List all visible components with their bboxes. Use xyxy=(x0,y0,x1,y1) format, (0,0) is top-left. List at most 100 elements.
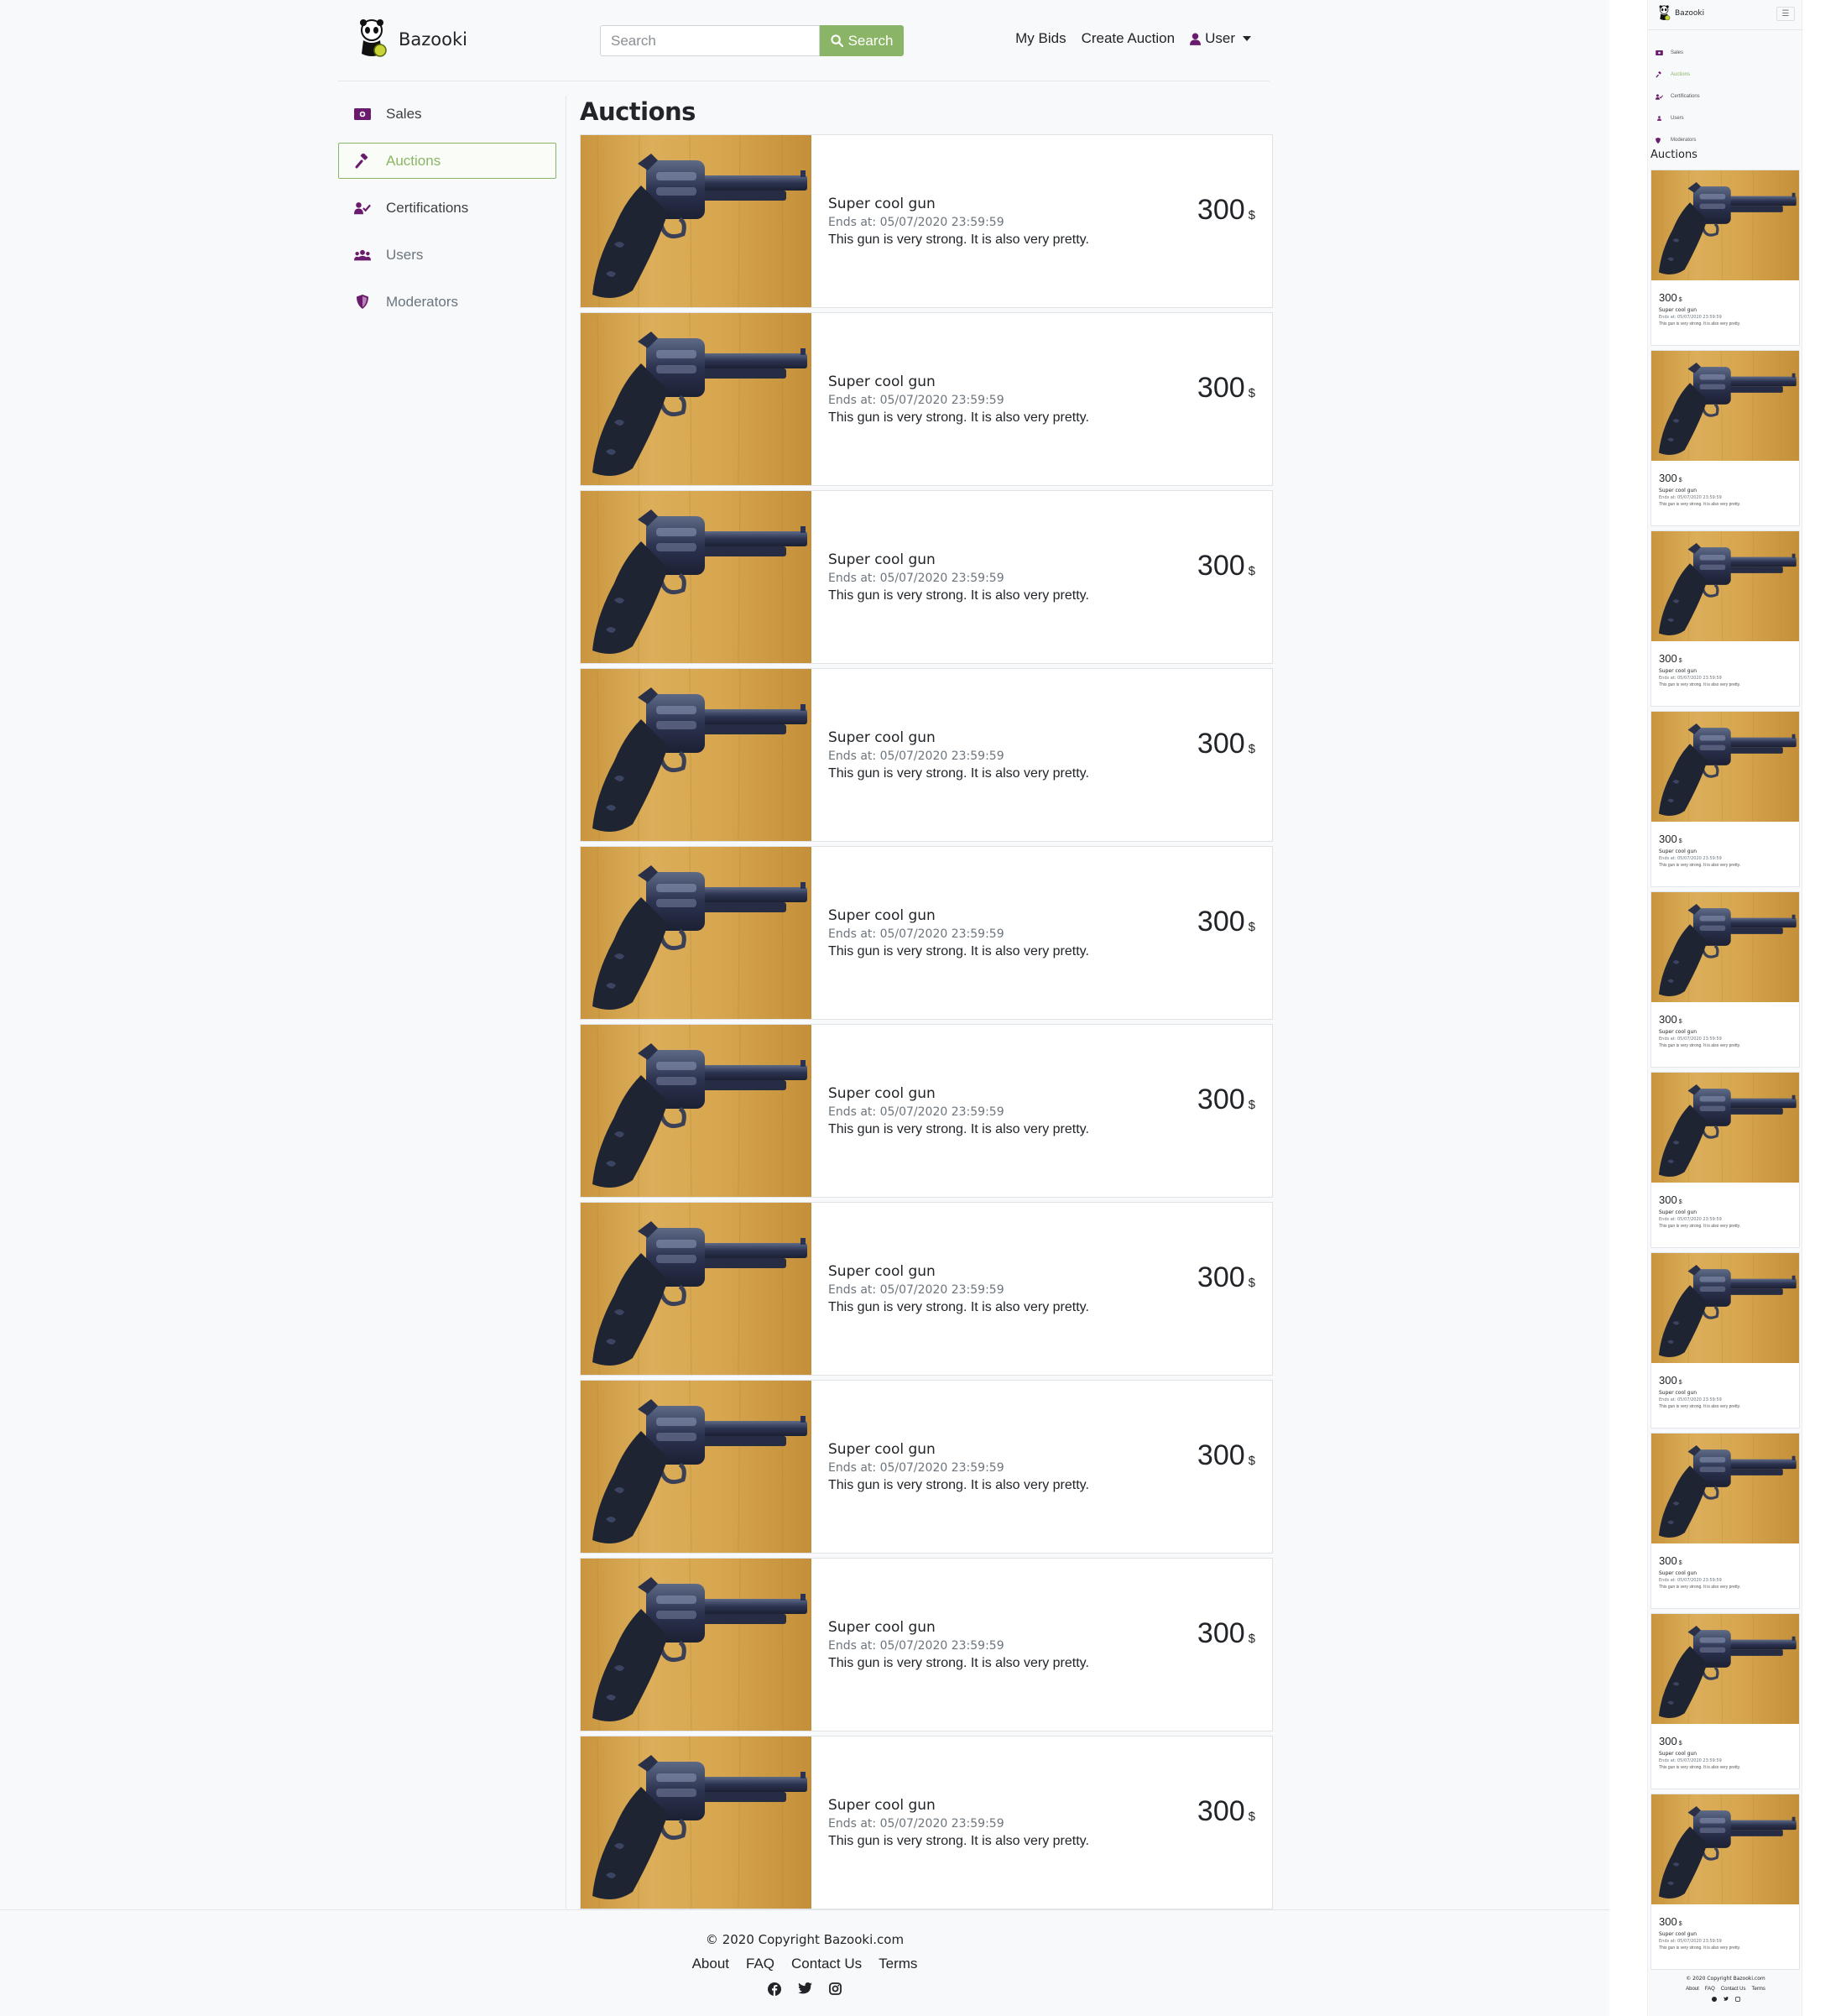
mobile-sidebar-item-users[interactable]: Users xyxy=(1648,107,1803,129)
auction-image[interactable] xyxy=(581,669,811,841)
facebook-icon[interactable] xyxy=(1711,1997,1717,2002)
auction-image[interactable] xyxy=(581,313,811,485)
mobile-auction-card[interactable]: 300 $ Super cool gun Ends at: 05/07/2020 23… xyxy=(1650,891,1800,1068)
brand-logo-link[interactable]: Bazooki xyxy=(357,17,467,62)
instagram-icon[interactable] xyxy=(1734,1997,1740,2002)
auction-card[interactable]: Super cool gun Ends at: 05/07/2020 23:59:… xyxy=(580,490,1273,664)
auction-image[interactable] xyxy=(1651,1253,1799,1363)
footer-link-contact[interactable]: Contact Us xyxy=(791,1956,862,1972)
auction-image[interactable] xyxy=(581,491,811,663)
auction-image[interactable] xyxy=(581,1737,811,1909)
sidebar-item-certifications[interactable]: Certifications xyxy=(338,190,556,226)
auction-image[interactable] xyxy=(581,847,811,1019)
auction-image[interactable] xyxy=(1651,1794,1799,1904)
mobile-auction-card[interactable]: 300 $ Super cool gun Ends at: 05/07/2020 23… xyxy=(1650,1794,1800,1970)
mobile-auction-card[interactable]: 300 $ Super cool gun Ends at: 05/07/2020 23… xyxy=(1650,170,1800,346)
auction-description: This gun is very strong. It is also very… xyxy=(1659,1765,1741,1770)
auction-title[interactable]: Super cool gun xyxy=(828,1619,1089,1636)
auction-title[interactable]: Super cool gun xyxy=(828,1263,1089,1280)
mobile-auction-card[interactable]: 300 $ Super cool gun Ends at: 05/07/2020 23… xyxy=(1650,1252,1800,1428)
auction-title[interactable]: Super cool gun xyxy=(828,551,1089,568)
mobile-footer-link-about[interactable]: About xyxy=(1686,1987,1699,1992)
auction-image[interactable] xyxy=(1651,892,1799,1002)
auction-title[interactable]: Super cool gun xyxy=(1659,1209,1697,1215)
auction-title[interactable]: Super cool gun xyxy=(828,729,1089,746)
auction-image[interactable] xyxy=(1651,1073,1799,1183)
price-currency: $ xyxy=(1248,742,1255,756)
auction-card[interactable]: Super cool gun Ends at: 05/07/2020 23:59:… xyxy=(580,846,1273,1020)
auction-end-time: Ends at: 05/07/2020 23:59:59 xyxy=(828,1460,1004,1475)
auction-title[interactable]: Super cool gun xyxy=(1659,1751,1697,1757)
auction-title[interactable]: Super cool gun xyxy=(828,196,1089,212)
mobile-footer-link-contact[interactable]: Contact Us xyxy=(1721,1987,1746,1992)
auction-end-time: Ends at: 05/07/2020 23:59:59 xyxy=(1659,1397,1722,1402)
auction-image[interactable] xyxy=(1651,1434,1799,1543)
sidebar-item-auctions[interactable]: Auctions xyxy=(338,143,556,179)
instagram-icon[interactable] xyxy=(829,1982,842,1995)
auction-title[interactable]: Super cool gun xyxy=(1659,488,1697,494)
footer-link-faq[interactable]: FAQ xyxy=(746,1956,774,1972)
auction-title[interactable]: Super cool gun xyxy=(828,1441,1089,1458)
price-value: 300 xyxy=(1197,906,1245,937)
auction-title[interactable]: Super cool gun xyxy=(1659,1931,1697,1937)
facebook-icon[interactable] xyxy=(768,1982,781,1996)
auction-title[interactable]: Super cool gun xyxy=(828,1797,1089,1814)
auction-card[interactable]: Super cool gun Ends at: 05/07/2020 23:59:… xyxy=(580,1024,1273,1198)
auction-image[interactable] xyxy=(581,1381,811,1553)
auction-image[interactable] xyxy=(581,1203,811,1375)
auction-image[interactable] xyxy=(581,1025,811,1197)
auction-title[interactable]: Super cool gun xyxy=(828,373,1089,390)
mobile-sidebar-item-auctions[interactable]: Auctions xyxy=(1648,64,1803,86)
user-dropdown[interactable]: User xyxy=(1190,30,1251,47)
mobile-brand-link[interactable]: Bazooki xyxy=(1658,5,1704,22)
auction-card[interactable]: Super cool gun Ends at: 05/07/2020 23:59:… xyxy=(580,1736,1273,1909)
auction-image[interactable] xyxy=(581,135,811,307)
hamburger-icon[interactable]: ☰ xyxy=(1776,7,1795,21)
auction-card[interactable]: Super cool gun Ends at: 05/07/2020 23:59:… xyxy=(580,312,1273,486)
auction-card[interactable]: Super cool gun Ends at: 05/07/2020 23:59:… xyxy=(580,1380,1273,1554)
create-auction-link[interactable]: Create Auction xyxy=(1082,30,1176,47)
sidebar-item-users[interactable]: Users xyxy=(338,237,556,273)
footer-link-terms[interactable]: Terms xyxy=(879,1956,917,1972)
twitter-icon[interactable] xyxy=(1723,1997,1729,2001)
mobile-auction-card[interactable]: 300 $ Super cool gun Ends at: 05/07/2020 23… xyxy=(1650,350,1800,526)
auction-title[interactable]: Super cool gun xyxy=(1659,1029,1697,1035)
search-button[interactable]: Search xyxy=(820,25,904,56)
mobile-auction-card[interactable]: 300 $ Super cool gun Ends at: 05/07/2020 23… xyxy=(1650,1433,1800,1609)
auction-title[interactable]: Super cool gun xyxy=(1659,668,1697,674)
sidebar-item-sales[interactable]: Sales xyxy=(338,96,556,132)
my-bids-link[interactable]: My Bids xyxy=(1015,30,1066,47)
footer-link-about[interactable]: About xyxy=(692,1956,729,1972)
mobile-auction-card[interactable]: 300 $ Super cool gun Ends at: 05/07/2020 23… xyxy=(1650,1613,1800,1789)
mobile-auction-card[interactable]: 300 $ Super cool gun Ends at: 05/07/2020 23… xyxy=(1650,1072,1800,1248)
auction-title[interactable]: Super cool gun xyxy=(828,907,1089,924)
auction-image[interactable] xyxy=(1651,531,1799,641)
sidebar-item-moderators[interactable]: Moderators xyxy=(338,284,556,320)
auction-title[interactable]: Super cool gun xyxy=(1659,1390,1697,1396)
copyright-text: © 2020 Copyright Bazooki.com xyxy=(705,1932,905,1947)
auction-image[interactable] xyxy=(581,1559,811,1731)
twitter-icon[interactable] xyxy=(798,1982,812,1994)
auction-title[interactable]: Super cool gun xyxy=(1659,307,1697,313)
auction-image[interactable] xyxy=(1651,712,1799,822)
price-value: 300 xyxy=(1659,1013,1677,1026)
mobile-auction-card[interactable]: 300 $ Super cool gun Ends at: 05/07/2020 23… xyxy=(1650,711,1800,887)
auction-title[interactable]: Super cool gun xyxy=(1659,1570,1697,1576)
mobile-footer-link-faq[interactable]: FAQ xyxy=(1705,1987,1715,1992)
auction-card[interactable]: Super cool gun Ends at: 05/07/2020 23:59:… xyxy=(580,134,1273,308)
auction-card[interactable]: Super cool gun Ends at: 05/07/2020 23:59:… xyxy=(580,1558,1273,1731)
auction-title[interactable]: Super cool gun xyxy=(1659,849,1697,854)
auction-image[interactable] xyxy=(1651,351,1799,461)
auction-card[interactable]: Super cool gun Ends at: 05/07/2020 23:59:… xyxy=(580,668,1273,842)
mobile-sidebar-item-certifications[interactable]: Certifications xyxy=(1648,86,1803,107)
auction-card[interactable]: Super cool gun Ends at: 05/07/2020 23:59:… xyxy=(580,1202,1273,1376)
auction-end-time: Ends at: 05/07/2020 23:59:59 xyxy=(828,927,1004,941)
auction-title[interactable]: Super cool gun xyxy=(828,1085,1089,1102)
auction-description: This gun is very strong. It is also very… xyxy=(1659,1043,1741,1048)
auction-image[interactable] xyxy=(1651,1614,1799,1724)
mobile-sidebar-item-sales[interactable]: Sales xyxy=(1648,42,1803,64)
search-input[interactable] xyxy=(600,25,820,56)
mobile-auction-card[interactable]: 300 $ Super cool gun Ends at: 05/07/2020 23… xyxy=(1650,530,1800,707)
auction-image[interactable] xyxy=(1651,170,1799,280)
mobile-footer-link-terms[interactable]: Terms xyxy=(1752,1987,1765,1992)
